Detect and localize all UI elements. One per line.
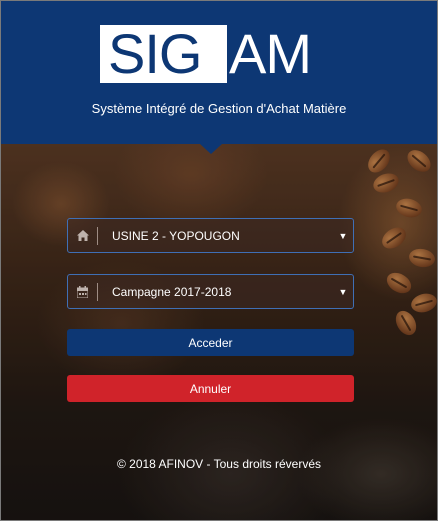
- chevron-down-icon: ▼: [338, 286, 348, 297]
- header-banner: SIG AM Système Intégré de Gestion d'Acha…: [1, 1, 437, 144]
- calendar-icon: [68, 282, 98, 301]
- home-icon: [68, 226, 98, 245]
- chevron-down-icon: ▼: [338, 230, 348, 241]
- login-window: SIG AM Système Intégré de Gestion d'Acha…: [0, 0, 438, 521]
- copyright-footer: © 2018 AFINOV - Tous droits révervés: [116, 457, 322, 471]
- logo-sig-text: SIG: [100, 25, 227, 83]
- header-notch: [200, 144, 222, 154]
- sigam-logo: SIG AM: [100, 25, 322, 83]
- campaign-select[interactable]: Campagne 2017-2018 ▼: [67, 274, 354, 309]
- logo-am-text: AM: [229, 22, 312, 85]
- app-subtitle: Système Intégré de Gestion d'Achat Matiè…: [91, 101, 347, 116]
- campaign-select-value: Campagne 2017-2018: [112, 284, 232, 299]
- cancel-button[interactable]: Annuler: [67, 375, 354, 402]
- factory-select[interactable]: USINE 2 - YOPOUGON ▼: [67, 218, 354, 253]
- factory-select-value: USINE 2 - YOPOUGON: [112, 228, 240, 243]
- access-button[interactable]: Acceder: [67, 329, 354, 356]
